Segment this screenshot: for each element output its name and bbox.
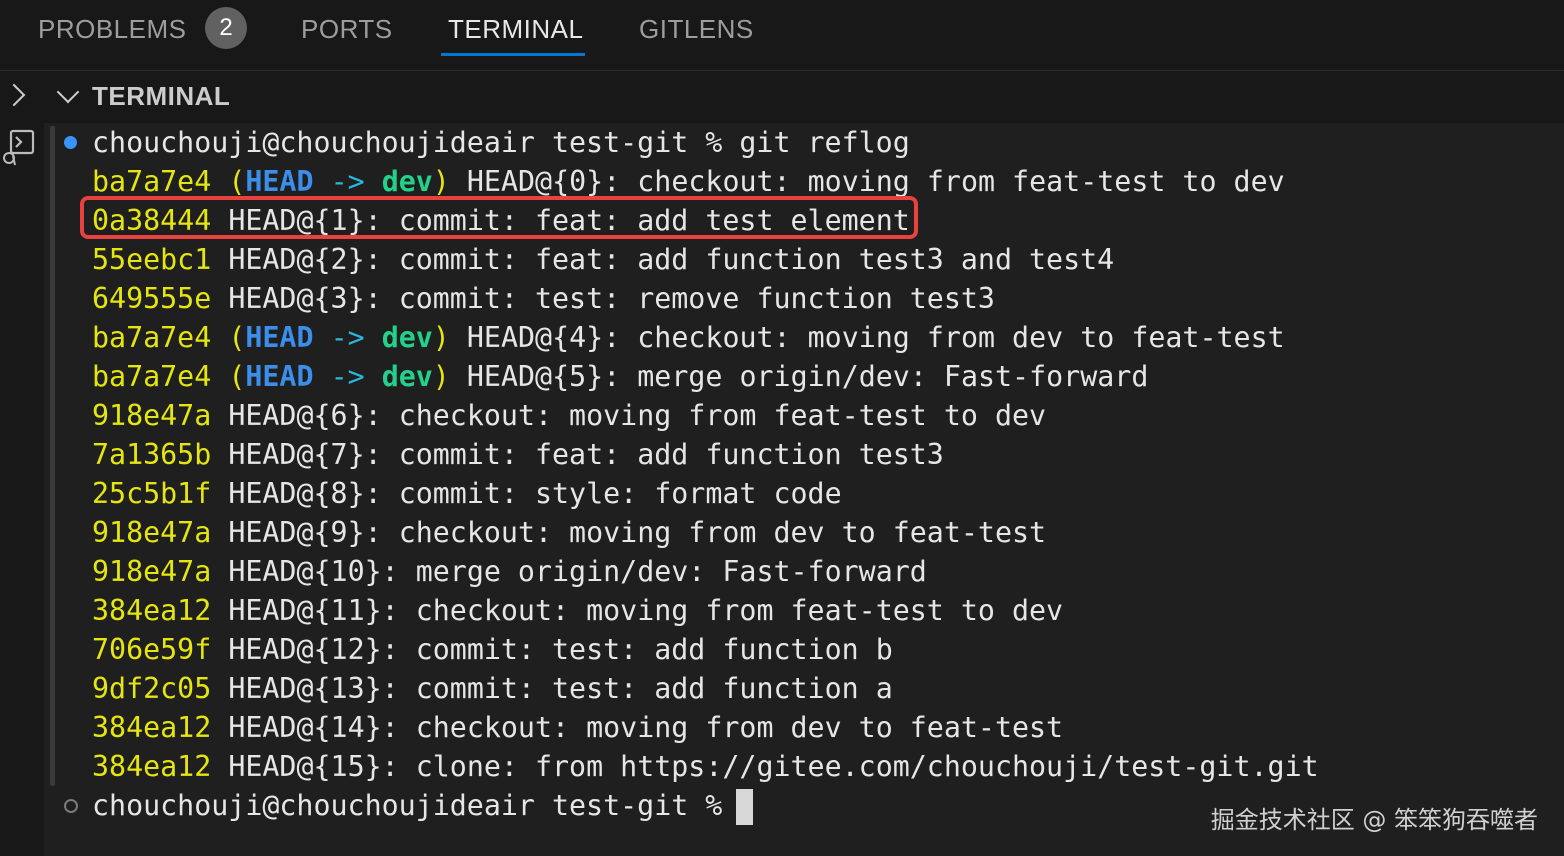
tab-problems[interactable]: PROBLEMS	[38, 0, 187, 58]
commit-hash: 7a1365b	[92, 438, 212, 471]
tab-terminal[interactable]: TERMINAL	[448, 0, 583, 58]
tab-terminal-label: TERMINAL	[448, 14, 584, 44]
highlight-annotation-box	[80, 196, 918, 239]
reflog-message: commit: test: add function b	[415, 633, 893, 666]
head-label: HEAD	[245, 360, 314, 393]
reflog-line: 384ea12 HEAD@{14}: checkout: moving from…	[92, 711, 1064, 744]
reflog-ref: HEAD@{10}	[228, 555, 382, 588]
reflog-message: checkout: moving from dev to feat-test	[398, 516, 1047, 549]
commit-hash: 918e47a	[92, 399, 212, 432]
commit-hash: ba7a7e4	[92, 360, 212, 393]
tab-ports-label: PORTS	[301, 14, 393, 44]
tab-gitlens-label: GITLENS	[639, 14, 754, 44]
tab-gitlens[interactable]: GITLENS	[639, 0, 754, 58]
terminal-cursor	[736, 789, 754, 825]
terminal-icon[interactable]	[2, 128, 36, 168]
commit-hash: 9df2c05	[92, 672, 212, 705]
reflog-message: commit: style: format code	[398, 477, 842, 510]
reflog-message: checkout: moving from feat-test to dev	[415, 594, 1064, 627]
reflog-message: checkout: moving from dev to feat-test	[415, 711, 1064, 744]
reflog-message: checkout: moving from dev to feat-test	[637, 321, 1285, 354]
active-tab-indicator	[441, 53, 585, 56]
reflog-message: commit: feat: add function test3 and tes…	[398, 243, 1115, 276]
reflog-ref: HEAD@{8}	[228, 477, 365, 510]
commit-hash: 706e59f	[92, 633, 212, 666]
reflog-line: 384ea12 HEAD@{11}: checkout: moving from…	[92, 594, 1064, 627]
head-arrow: ->	[330, 360, 365, 393]
final-prompt-text: chouchouji@chouchoujideair test-git %	[92, 789, 723, 822]
terminal-sidebar-strip	[0, 123, 44, 856]
command-success-dot-icon	[64, 136, 77, 149]
tab-problems-label: PROBLEMS	[38, 14, 187, 44]
commit-hash: 649555e	[92, 282, 212, 315]
reflog-line: 918e47a HEAD@{9}: checkout: moving from …	[92, 516, 1047, 549]
branch-label: dev	[381, 321, 433, 354]
reflog-line: 706e59f HEAD@{12}: commit: test: add fun…	[92, 633, 893, 666]
reflog-message: checkout: moving from feat-test to dev	[398, 399, 1047, 432]
commit-hash: ba7a7e4	[92, 165, 212, 198]
reflog-line: ba7a7e4 (HEAD -> dev) HEAD@{4}: checkout…	[92, 321, 1285, 354]
panel-tab-bar: PROBLEMS 2 PORTS TERMINAL GITLENS	[0, 0, 1564, 71]
reflog-ref: HEAD@{9}	[228, 516, 365, 549]
head-arrow: ->	[330, 321, 365, 354]
reflog-line: 55eebc1 HEAD@{2}: commit: feat: add func…	[92, 243, 1115, 276]
branch-label: dev	[381, 360, 433, 393]
reflog-ref: HEAD@{13}	[228, 672, 382, 705]
commit-hash: 384ea12	[92, 750, 212, 783]
problems-count-badge: 2	[205, 7, 247, 49]
commit-hash: 384ea12	[92, 711, 212, 744]
reflog-ref: HEAD@{11}	[228, 594, 382, 627]
reflog-ref: HEAD@{0}	[466, 165, 604, 198]
reflog-message: merge origin/dev: Fast-forward	[415, 555, 927, 588]
command-text: git reflog	[739, 126, 910, 159]
reflog-message: commit: test: remove function test3	[398, 282, 995, 315]
reflog-message: commit: test: add function a	[415, 672, 893, 705]
commit-hash: 25c5b1f	[92, 477, 212, 510]
commit-hash: ba7a7e4	[92, 321, 212, 354]
reflog-ref: HEAD@{7}	[228, 438, 365, 471]
reflog-ref: HEAD@{3}	[228, 282, 365, 315]
terminal-scrollbar[interactable]	[50, 126, 55, 786]
reflog-line: ba7a7e4 (HEAD -> dev) HEAD@{5}: merge or…	[92, 360, 1149, 393]
branch-label: dev	[381, 165, 433, 198]
reflog-line: 25c5b1f HEAD@{8}: commit: style: format …	[92, 477, 842, 510]
prompt-text: chouchouji@chouchoujideair test-git %	[92, 126, 740, 159]
terminal-section-header[interactable]	[0, 71, 1564, 123]
reflog-message: merge origin/dev: Fast-forward	[637, 360, 1149, 393]
reflog-message: checkout: moving from feat-test to dev	[637, 165, 1285, 198]
reflog-ref: HEAD@{15}	[228, 750, 382, 783]
reflog-line: 384ea12 HEAD@{15}: clone: from https://g…	[92, 750, 1319, 783]
section-title: TERMINAL	[92, 81, 231, 111]
reflog-message: clone: from https://gitee.com/chouchouji…	[415, 750, 1319, 783]
commit-hash: 918e47a	[92, 555, 212, 588]
reflog-ref: HEAD@{14}	[228, 711, 382, 744]
watermark-text: 掘金技术社区 @ 笨笨狗吞噬者	[1210, 806, 1538, 834]
tab-ports[interactable]: PORTS	[301, 0, 393, 58]
reflog-line: 7a1365b HEAD@{7}: commit: feat: add func…	[92, 438, 944, 471]
reflog-ref: HEAD@{5}	[466, 360, 604, 393]
reflog-ref: HEAD@{6}	[228, 399, 365, 432]
head-arrow: ->	[330, 165, 365, 198]
reflog-line: 9df2c05 HEAD@{13}: commit: test: add fun…	[92, 672, 893, 705]
head-label: HEAD	[245, 321, 314, 354]
reflog-ref: HEAD@{12}	[228, 633, 382, 666]
commit-hash: 918e47a	[92, 516, 212, 549]
reflog-message: commit: feat: add function test3	[398, 438, 944, 471]
head-label: HEAD	[245, 165, 314, 198]
final-prompt-line: chouchouji@chouchoujideair test-git %	[92, 786, 754, 825]
command-line: chouchouji@chouchoujideair test-git % gi…	[92, 123, 910, 162]
reflog-ref: HEAD@{2}	[228, 243, 365, 276]
commit-hash: 55eebc1	[92, 243, 212, 276]
reflog-line: 649555e HEAD@{3}: commit: test: remove f…	[92, 282, 995, 315]
reflog-line: 918e47a HEAD@{6}: checkout: moving from …	[92, 399, 1047, 432]
prompt-idle-dot-icon	[64, 799, 78, 813]
commit-hash: 384ea12	[92, 594, 212, 627]
reflog-ref: HEAD@{4}	[466, 321, 604, 354]
reflog-line: 918e47a HEAD@{10}: merge origin/dev: Fas…	[92, 555, 927, 588]
